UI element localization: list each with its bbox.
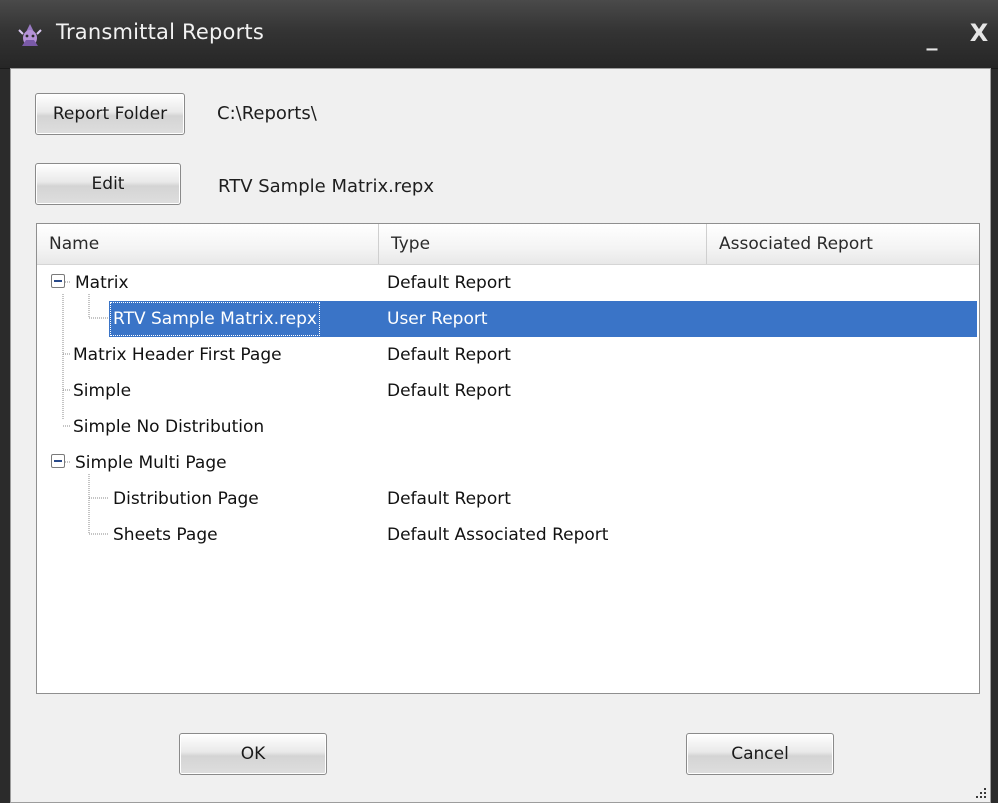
tree-row[interactable]: Simple Multi Page	[37, 445, 977, 481]
tree-row-type: User Report	[387, 309, 488, 329]
column-header-row: Name Type Associated Report	[37, 224, 979, 265]
tree-row-type: Default Associated Report	[387, 525, 609, 545]
tree-row[interactable]: Matrix Header First Page Default Report	[37, 337, 977, 373]
transmittal-reports-window: Transmittal Reports _ X Report Folder C:…	[0, 0, 998, 803]
column-header-name[interactable]: Name	[37, 224, 379, 264]
tree-row-name: Matrix	[75, 273, 129, 293]
tree-row[interactable]: Simple Default Report	[37, 373, 977, 409]
tree-row-selected[interactable]: RTV Sample Matrix.repx User Report	[37, 301, 977, 337]
close-button[interactable]: X	[964, 18, 994, 48]
column-header-associated-report[interactable]: Associated Report	[707, 224, 977, 264]
title-bar[interactable]: Transmittal Reports _ X	[0, 0, 998, 69]
tree-row-name: RTV Sample Matrix.repx	[109, 301, 321, 337]
tree-row[interactable]: Sheets Page Default Associated Report	[37, 517, 977, 553]
report-folder-path: C:\Reports\	[217, 103, 317, 124]
edit-button[interactable]: Edit	[35, 163, 181, 205]
cancel-button[interactable]: Cancel	[686, 733, 834, 775]
report-tree-list[interactable]: Name Type Associated Report Matrix Defau…	[36, 223, 980, 694]
collapse-icon[interactable]	[51, 274, 65, 288]
tree-row[interactable]: Simple No Distribution	[37, 409, 977, 445]
tree-row-name: Matrix Header First Page	[73, 345, 282, 365]
resize-grip-icon[interactable]	[972, 784, 988, 800]
app-icon	[18, 24, 42, 46]
selected-report-name: RTV Sample Matrix.repx	[218, 176, 434, 197]
column-header-type[interactable]: Type	[379, 224, 707, 264]
tree-row-type: Default Report	[387, 381, 511, 401]
tree-row-type: Default Report	[387, 345, 511, 365]
tree-row-type: Default Report	[387, 489, 511, 509]
collapse-icon[interactable]	[51, 454, 65, 468]
tree-row-name: Distribution Page	[113, 489, 259, 509]
report-folder-button[interactable]: Report Folder	[35, 93, 185, 135]
tree-row-type: Default Report	[387, 273, 511, 293]
tree-row[interactable]: Matrix Default Report	[37, 265, 977, 301]
window-title: Transmittal Reports	[56, 20, 264, 44]
minimize-button[interactable]: _	[920, 24, 944, 54]
tree-row-name: Simple Multi Page	[75, 453, 227, 473]
tree-row[interactable]: Distribution Page Default Report	[37, 481, 977, 517]
tree-row-name: Simple	[73, 381, 132, 401]
dialog-body: Report Folder C:\Reports\ Edit RTV Sampl…	[10, 68, 991, 803]
tree-row-name: Sheets Page	[113, 525, 218, 545]
ok-button[interactable]: OK	[179, 733, 327, 775]
tree-row-name: Simple No Distribution	[73, 417, 265, 437]
